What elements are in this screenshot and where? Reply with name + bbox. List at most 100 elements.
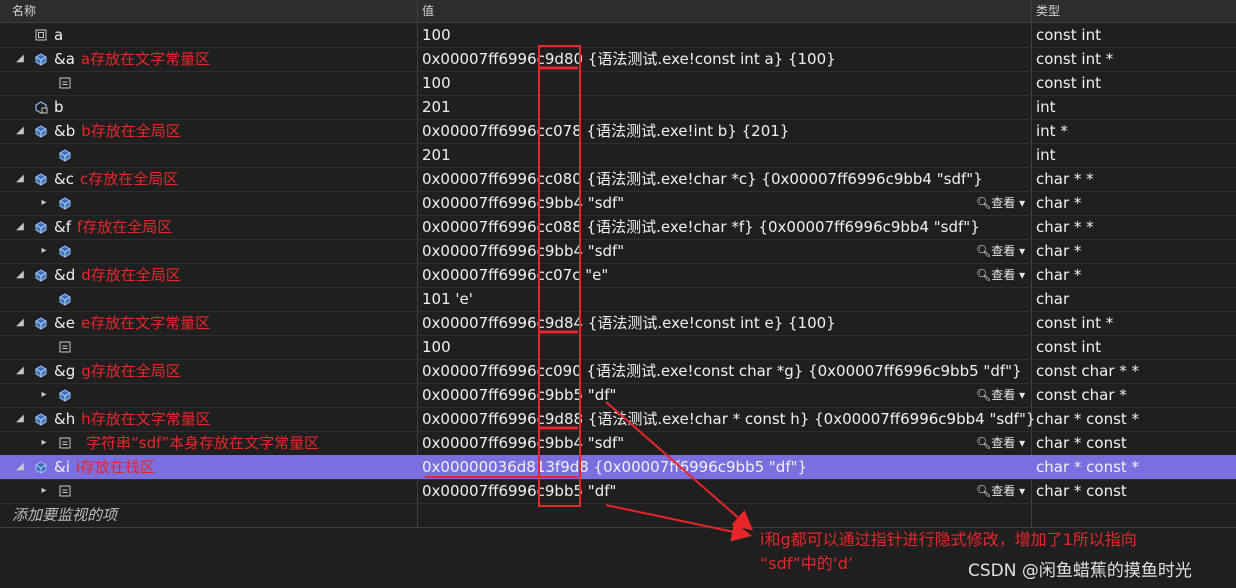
add-watch-input[interactable]: 添加要监视的项 (0, 503, 430, 527)
view-dropdown-button[interactable]: 🔍︎查看 ▾ (976, 479, 1025, 503)
watch-value[interactable]: 0x00000036d813f9d8 {0x00007ff6996c9bb5 "… (418, 455, 1034, 479)
watch-name[interactable]: &c c存放在全局区 (54, 167, 178, 191)
watch-name-text: &g (54, 362, 76, 380)
watch-value[interactable]: 100 (418, 23, 1034, 47)
watch-value[interactable]: 201 (418, 143, 1034, 167)
watch-row[interactable]: 201 int (0, 143, 1236, 168)
watch-row[interactable]: ◢ &b b存放在全局区 0x00007ff6996cc078 {语法测试.exe!i… (0, 119, 1236, 144)
watch-type: int * (1036, 122, 1068, 140)
watch-name[interactable]: &g g存放在全局区 (54, 359, 181, 383)
watch-row[interactable]: ◢ &g g存放在全局区 0x00007ff6996cc090 {语法测试.exe!c… (0, 359, 1236, 384)
collapse-arrow-icon[interactable]: ◢ (14, 359, 26, 383)
watch-row[interactable]: ▸ 0x00007ff6996c9bb5 "df" 🔍︎查看 ▾ char * con… (0, 479, 1236, 504)
watch-value[interactable]: 0x00007ff6996c9bb4 "sdf" (418, 431, 1034, 455)
column-header-value[interactable]: 值 (422, 0, 434, 22)
watch-value[interactable]: 0x00007ff6996cc090 {语法测试.exe!const char … (418, 359, 1034, 383)
annotation-label: e存放在文字常量区 (80, 314, 211, 332)
watch-name[interactable]: a (54, 23, 63, 47)
collapse-arrow-icon[interactable]: ◢ (14, 47, 26, 71)
annotation-label: a存放在文字常量区 (80, 50, 211, 68)
watch-row[interactable]: ▸ 0x00007ff6996c9bb4 "sdf" 🔍︎查看 ▾ char * (0, 191, 1236, 216)
watch-row[interactable]: 100 const int (0, 335, 1236, 360)
watch-value[interactable]: 0x00007ff6996c9bb4 "sdf" (418, 191, 1034, 215)
watch-value[interactable]: 201 (418, 95, 1034, 119)
watch-value[interactable]: 0x00007ff6996cc080 {语法测试.exe!char *c} {0… (418, 167, 1034, 191)
watch-value[interactable]: 101 'e' (418, 287, 1034, 311)
magnifier-icon: 🔍︎ (976, 436, 992, 450)
watch-name[interactable]: 字符串“sdf”本身存放在文字常量区 (80, 431, 319, 455)
watch-type: const int (1036, 338, 1101, 356)
collapse-arrow-icon[interactable]: ◢ (14, 455, 26, 479)
collapse-arrow-icon[interactable]: ◢ (14, 407, 26, 431)
watch-value[interactable]: 0x00007ff6996c9d80 {语法测试.exe!const int a… (418, 47, 1034, 71)
chevron-down-icon: ▾ (1015, 436, 1026, 450)
pointer-icon (58, 244, 72, 258)
watch-row[interactable]: ▸ 0x00007ff6996c9bb5 "df" 🔍︎查看 ▾ const char… (0, 383, 1236, 408)
collapse-arrow-icon[interactable]: ◢ (14, 263, 26, 287)
collapse-arrow-icon[interactable]: ◢ (14, 167, 26, 191)
watch-type: const int * (1036, 50, 1114, 68)
watch-value[interactable]: 0x00007ff6996c9d88 {语法测试.exe!char * cons… (418, 407, 1034, 431)
pointer-icon (34, 316, 48, 330)
watch-row[interactable]: ◢ &a a存放在文字常量区 0x00007ff6996c9d80 {语法测试.exe… (0, 47, 1236, 72)
column-header-type[interactable]: 类型 (1036, 0, 1060, 22)
watch-value[interactable]: 0x00007ff6996c9bb5 "df" (418, 479, 1034, 503)
watch-name-text: &a (54, 50, 75, 68)
watch-value[interactable]: 0x00007ff6996cc078 {语法测试.exe!int b} {201… (418, 119, 1034, 143)
annotation-note-line: i和g都可以通过指针进行隐式修改，增加了1所以指向 (760, 530, 1137, 549)
watch-name[interactable]: &d d存放在全局区 (54, 263, 181, 287)
watch-row[interactable]: 100 const int (0, 71, 1236, 96)
watch-name-text: &b (54, 122, 76, 140)
watch-name[interactable]: &h h存放在文字常量区 (54, 407, 211, 431)
view-dropdown-button[interactable]: 🔍︎查看 ▾ (976, 383, 1025, 407)
watch-value[interactable]: 100 (418, 335, 1034, 359)
watch-value[interactable]: 0x00007ff6996cc07c "e" (418, 263, 1034, 287)
watch-name[interactable]: &f f存放在全局区 (54, 215, 172, 239)
watch-name[interactable]: &e e存放在文字常量区 (54, 311, 210, 335)
watch-row[interactable]: ◢ &f f存放在全局区 0x00007ff6996cc088 {语法测试.exe!c… (0, 215, 1236, 240)
watch-value[interactable]: 0x00007ff6996c9d84 {语法测试.exe!const int e… (418, 311, 1034, 335)
watch-value[interactable]: 0x00007ff6996cc088 {语法测试.exe!char *f} {0… (418, 215, 1034, 239)
view-label: 查看 (991, 484, 1016, 498)
magnifier-icon: 🔍︎ (976, 196, 992, 210)
watch-row[interactable]: ◢ &e e存放在文字常量区 0x00007ff6996c9d84 {语法测试.exe… (0, 311, 1236, 336)
magnifier-icon: 🔍︎ (976, 268, 992, 282)
watch-row[interactable]: ▸ 字符串“sdf”本身存放在文字常量区 0x00007ff6996c9bb4 "s… (0, 431, 1236, 456)
watch-row[interactable]: b 201 int (0, 95, 1236, 120)
watch-row[interactable]: ◢ &d d存放在全局区 0x00007ff6996cc07c "e" 🔍︎查看 ▾ ch… (0, 263, 1236, 288)
expand-arrow-icon[interactable]: ▸ (38, 191, 50, 215)
watch-row[interactable]: 101 'e' char (0, 287, 1236, 312)
watch-type: char * (1036, 242, 1082, 260)
field-icon (58, 436, 72, 450)
column-header-name[interactable]: 名称 (12, 0, 36, 22)
view-dropdown-button[interactable]: 🔍︎查看 ▾ (976, 191, 1025, 215)
watch-row[interactable]: a 100 const int (0, 23, 1236, 48)
expand-arrow-icon[interactable]: ▸ (38, 239, 50, 263)
watch-row[interactable]: ▸ 0x00007ff6996c9bb4 "sdf" 🔍︎查看 ▾ char * (0, 239, 1236, 264)
watch-row[interactable]: ◢ &h h存放在文字常量区 0x00007ff6996c9d88 {语法测试.exe… (0, 407, 1236, 432)
watch-value[interactable]: 0x00007ff6996c9bb5 "df" (418, 383, 1034, 407)
watch-name[interactable]: &i i存放在栈区 (54, 455, 155, 479)
annotation-label: f存放在全局区 (76, 218, 173, 236)
watch-type: char * (1036, 194, 1082, 212)
expand-arrow-icon[interactable]: ▸ (38, 431, 50, 455)
field-icon (58, 484, 72, 498)
watch-value[interactable]: 100 (418, 71, 1034, 95)
annotation-label: 字符串“sdf”本身存放在文字常量区 (86, 434, 320, 452)
expand-arrow-icon[interactable]: ▸ (38, 383, 50, 407)
watch-row[interactable]: ◢ &c c存放在全局区 0x00007ff6996cc080 {语法测试.exe!c… (0, 167, 1236, 192)
watch-value[interactable]: 0x00007ff6996c9bb4 "sdf" (418, 239, 1034, 263)
watch-type: const int * (1036, 314, 1114, 332)
expand-arrow-icon[interactable]: ▸ (38, 479, 50, 503)
watch-name[interactable]: &b b存放在全局区 (54, 119, 181, 143)
collapse-arrow-icon[interactable]: ◢ (14, 311, 26, 335)
collapse-arrow-icon[interactable]: ◢ (14, 119, 26, 143)
view-dropdown-button[interactable]: 🔍︎查看 ▾ (976, 431, 1025, 455)
collapse-arrow-icon[interactable]: ◢ (14, 215, 26, 239)
watch-name[interactable]: b (54, 95, 64, 119)
view-dropdown-button[interactable]: 🔍︎查看 ▾ (976, 263, 1025, 287)
view-dropdown-button[interactable]: 🔍︎查看 ▾ (976, 239, 1025, 263)
pointer-icon (58, 148, 72, 162)
watch-row[interactable]: ◢ &i i存放在栈区 0x00000036d813f9d8 {0x00007ff69… (0, 455, 1236, 480)
watch-name[interactable]: &a a存放在文字常量区 (54, 47, 210, 71)
